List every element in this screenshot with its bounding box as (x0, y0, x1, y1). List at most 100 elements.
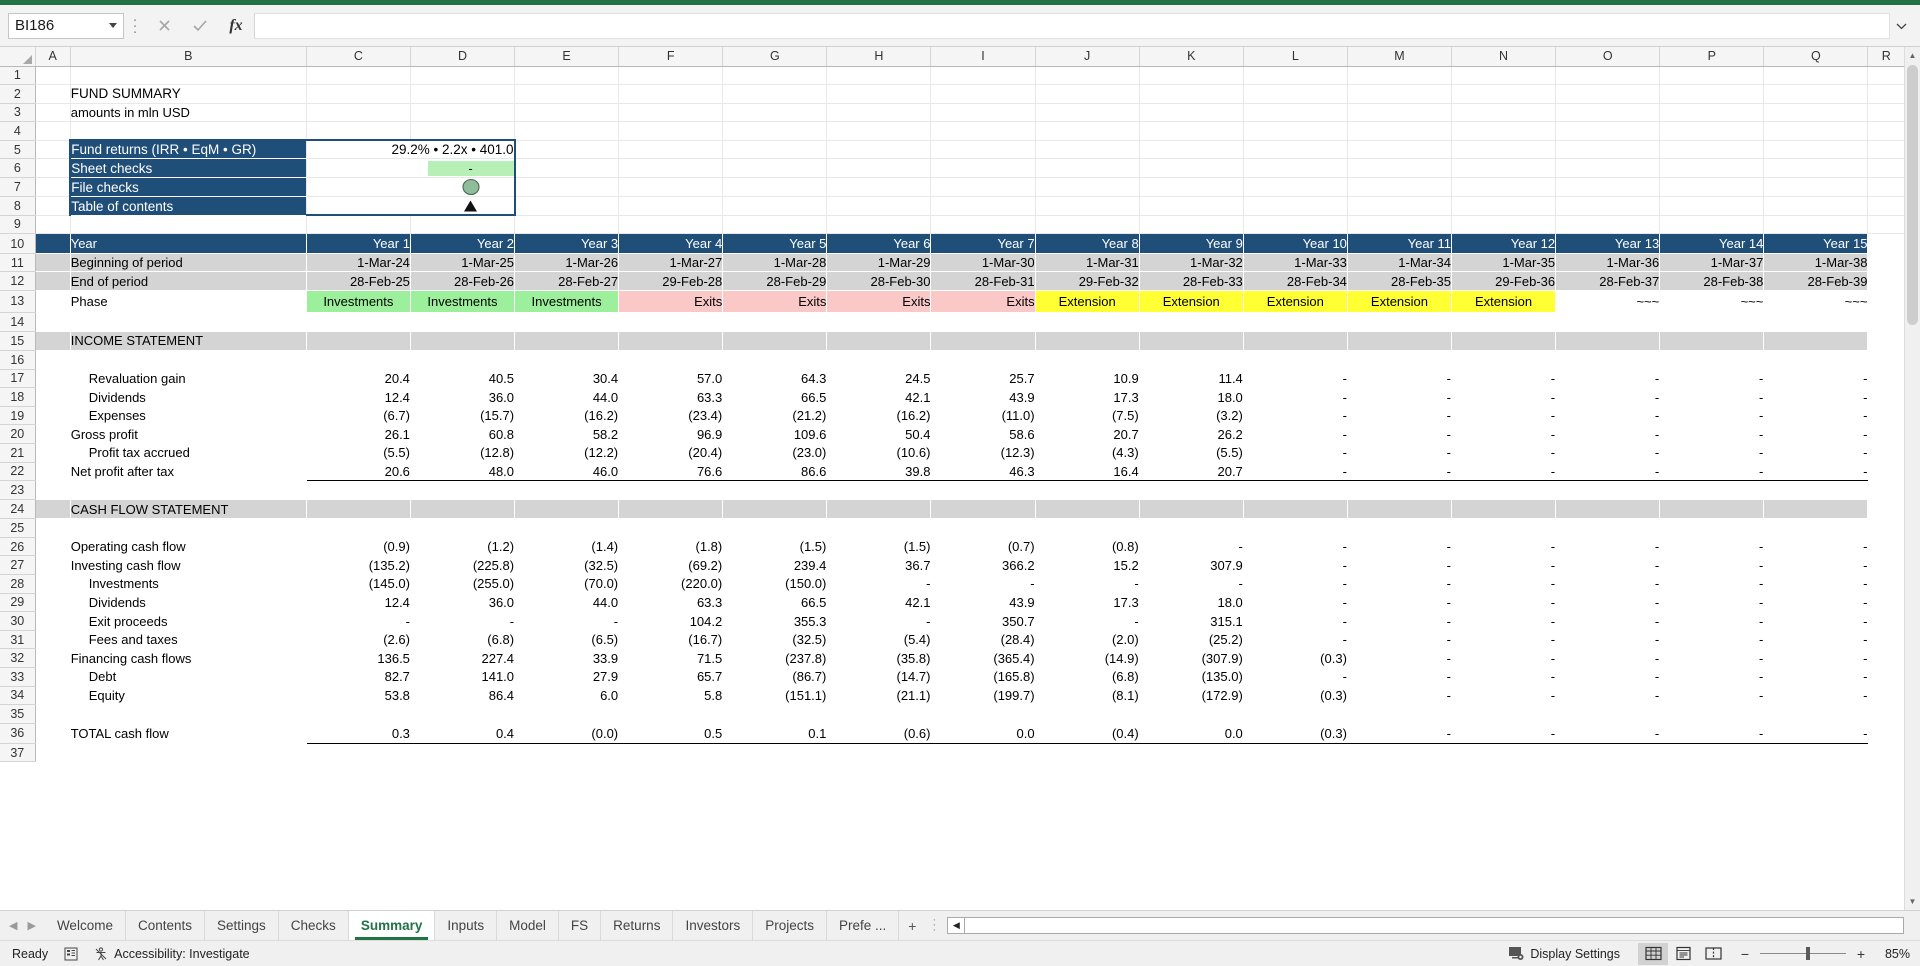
empty-cell[interactable] (1243, 351, 1347, 370)
end-of-period-y9[interactable]: 28-Feb-33 (1139, 271, 1244, 291)
empty-cell-r[interactable] (1868, 723, 1905, 743)
empty-cell-r[interactable] (1868, 668, 1905, 687)
cf-row-1-y12[interactable]: - (1452, 556, 1556, 575)
cf-row-0-y9[interactable]: - (1139, 537, 1243, 556)
empty-cell[interactable] (1555, 215, 1661, 235)
empty-cell[interactable] (1139, 103, 1244, 123)
beginning-of-period-y3[interactable]: 1-Mar-26 (514, 253, 619, 272)
is-row-1-y14[interactable]: - (1660, 388, 1764, 407)
is-row-1-y6[interactable]: 42.1 (827, 388, 931, 407)
sheet-nav-arrows[interactable]: ◀ ▶ (0, 911, 45, 940)
row-header-29[interactable]: 29 (0, 593, 36, 613)
empty-cell-a[interactable] (35, 686, 70, 705)
empty-cell-a[interactable] (35, 444, 70, 463)
empty-cell-r[interactable] (1868, 649, 1905, 668)
empty-cell[interactable] (1243, 705, 1347, 724)
cf-row-6-y5[interactable]: (237.8) (723, 649, 827, 668)
empty-cell[interactable] (514, 177, 620, 198)
empty-cell[interactable] (618, 158, 724, 179)
is-row-3-y14[interactable]: - (1659, 424, 1764, 444)
empty-cell[interactable] (1867, 140, 1905, 160)
empty-cell[interactable] (1139, 66, 1244, 86)
column-header-A[interactable]: A (35, 47, 71, 67)
empty-cell[interactable] (70, 351, 306, 370)
beginning-of-period-y11[interactable]: 1-Mar-34 (1347, 253, 1452, 272)
empty-cell-a[interactable] (35, 406, 70, 425)
total-cash-flow-y12[interactable]: - (1451, 722, 1556, 744)
is-row-0-y9[interactable]: 11.4 (1139, 369, 1243, 388)
cf-row-0-y8[interactable]: (0.8) (1035, 537, 1139, 556)
empty-cell[interactable] (1659, 215, 1765, 235)
cf-row-8-y14[interactable]: - (1660, 686, 1764, 705)
empty-cell[interactable] (1347, 481, 1451, 500)
empty-cell-r[interactable] (1868, 499, 1905, 519)
end-of-period-y6[interactable]: 28-Feb-30 (826, 271, 931, 291)
row-header-35[interactable]: 35 (0, 704, 36, 724)
empty-cell[interactable] (1452, 743, 1556, 762)
empty-cell[interactable] (514, 66, 620, 86)
empty-cell[interactable] (514, 121, 620, 141)
empty-cell[interactable] (1035, 705, 1139, 724)
sheet-tabs-more-icon[interactable]: · · · (925, 911, 943, 940)
cf-row-7-y6[interactable]: (14.7) (827, 668, 931, 687)
empty-cell[interactable] (1659, 121, 1765, 141)
cf-row-8-y12[interactable]: - (1452, 686, 1556, 705)
empty-cell[interactable] (70, 215, 307, 235)
total-cash-flow-y4[interactable]: 0.5 (618, 722, 723, 744)
horizontal-scrollbar[interactable]: ◀ (943, 911, 1920, 940)
is-row-4-y12[interactable]: - (1452, 444, 1556, 463)
is-row-4-y2[interactable]: (12.8) (410, 444, 514, 463)
is-row-0-y5[interactable]: 64.3 (723, 369, 827, 388)
empty-cell-a[interactable] (35, 369, 70, 388)
cf-row-1-y8[interactable]: 15.2 (1035, 556, 1139, 575)
cf-row-3-y13[interactable]: - (1556, 593, 1660, 612)
cf-row-1-y9[interactable]: 307.9 (1139, 556, 1243, 575)
cf-row-5-y12[interactable]: - (1452, 630, 1556, 649)
cf-row-6-y7[interactable]: (365.4) (931, 649, 1035, 668)
empty-cell[interactable] (1139, 743, 1243, 762)
cf-row-7-y11[interactable]: - (1347, 668, 1451, 687)
empty-cell[interactable] (306, 215, 411, 235)
empty-cell-a[interactable] (35, 103, 71, 123)
is-row-3-y6[interactable]: 50.4 (826, 424, 931, 444)
cf-row-4-y7[interactable]: 350.7 (931, 612, 1035, 631)
empty-cell[interactable] (1555, 177, 1661, 198)
empty-cell[interactable] (1035, 103, 1140, 123)
cf-row-1-y15[interactable]: - (1764, 556, 1868, 575)
cf-row-3-y3[interactable]: 44.0 (515, 593, 619, 612)
total-cash-flow-y11[interactable]: - (1347, 722, 1452, 744)
empty-cell[interactable] (1035, 196, 1140, 216)
cf-row-7-y2[interactable]: 141.0 (410, 668, 514, 687)
empty-cell[interactable] (618, 66, 724, 86)
row-header-28[interactable]: 28 (0, 574, 36, 594)
empty-cell-r[interactable] (1868, 612, 1905, 631)
cf-row-7-y9[interactable]: (135.0) (1139, 668, 1243, 687)
cf-row-2-y14[interactable]: - (1660, 575, 1764, 594)
empty-cell[interactable] (1139, 519, 1243, 538)
empty-cell[interactable] (826, 121, 932, 141)
is-row-3-y5[interactable]: 109.6 (722, 424, 827, 444)
cf-row-8-y8[interactable]: (8.1) (1035, 686, 1139, 705)
empty-cell[interactable] (618, 121, 724, 141)
empty-cell[interactable] (1243, 481, 1347, 500)
row-header-4[interactable]: 4 (0, 121, 36, 141)
cf-row-6-y15[interactable]: - (1764, 649, 1868, 668)
column-header-E[interactable]: E (514, 47, 620, 67)
is-row-2-y12[interactable]: - (1452, 406, 1556, 425)
empty-cell[interactable] (35, 705, 70, 724)
empty-cell[interactable] (1867, 84, 1905, 104)
cf-row-8-y9[interactable]: (172.9) (1139, 686, 1243, 705)
is-row-0-y15[interactable]: - (1764, 369, 1868, 388)
empty-cell[interactable] (70, 481, 306, 500)
zoom-slider[interactable] (1760, 947, 1846, 960)
is-row-4-y15[interactable]: - (1764, 444, 1868, 463)
is-row-4-y13[interactable]: - (1556, 444, 1660, 463)
column-header-P[interactable]: P (1659, 47, 1765, 67)
empty-cell[interactable] (1452, 351, 1556, 370)
empty-cell[interactable] (1659, 158, 1765, 179)
cf-row-7-y8[interactable]: (6.8) (1035, 668, 1139, 687)
empty-cell[interactable] (514, 103, 620, 123)
is-row-5-y8[interactable]: 16.4 (1035, 461, 1140, 482)
empty-cell[interactable] (930, 66, 1036, 86)
is-row-1-y4[interactable]: 63.3 (619, 388, 723, 407)
